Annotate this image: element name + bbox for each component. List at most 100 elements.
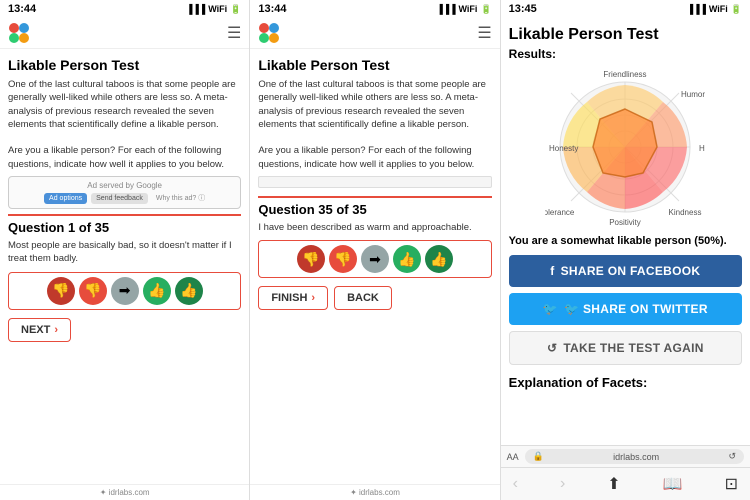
lock-icon: 🔒 (533, 451, 544, 462)
signal-icon-2: ▐▐▐ (436, 4, 455, 14)
status-icons-1: ▐▐▐ WiFi 🔋 (186, 4, 241, 15)
browser-share-btn[interactable]: ⬆ (603, 472, 624, 496)
results-label: Results: (509, 47, 742, 61)
app-desc-2: One of the last cultural taboos is that … (258, 78, 491, 171)
nav-bar-1: ☰ (0, 18, 249, 49)
panel-content-3: Likable Person Test Results: (501, 18, 750, 445)
status-bar-3: 13:45 ▐▐▐ WiFi 🔋 (501, 0, 750, 18)
refresh-icon[interactable]: ↺ (728, 451, 736, 462)
wifi-icon: WiFi (208, 4, 227, 14)
svg-text:Tolerance: Tolerance (545, 208, 575, 217)
browser-forward-btn[interactable]: › (556, 472, 569, 496)
panel-content-1: Likable Person Test One of the last cult… (0, 49, 249, 484)
browser-aa[interactable]: AA (507, 452, 519, 462)
app-logo-2 (258, 22, 280, 44)
ad-why: Why this ad? ⓘ (156, 193, 205, 204)
finish-button[interactable]: FINISH › (258, 286, 328, 310)
rating-row-2: 👎 👎 ➡ 👍 👍 (258, 240, 491, 278)
svg-text:Kindness: Kindness (669, 208, 702, 217)
time-1: 13:44 (8, 3, 36, 15)
app-desc-1: One of the last cultural taboos is that … (8, 78, 241, 171)
panel-2: 13:44 ▐▐▐ WiFi 🔋 ☰ Likable Person Test O… (250, 0, 500, 500)
browser-url: idrlabs.com (613, 452, 659, 462)
input-placeholder (258, 176, 491, 188)
retake-button[interactable]: ↺ TAKE THE TEST AGAIN (509, 331, 742, 365)
next-button[interactable]: NEXT › (8, 318, 71, 342)
explanation-title: Explanation of Facets: (509, 375, 742, 390)
battery-icon-3: 🔋 (731, 4, 742, 15)
svg-text:Friendliness: Friendliness (604, 70, 647, 79)
status-icons-2: ▐▐▐ WiFi 🔋 (436, 4, 491, 15)
svg-text:Humor: Humor (681, 90, 705, 99)
back-button[interactable]: BACK (334, 286, 392, 310)
rating-5b[interactable]: 👍 (425, 245, 453, 273)
signal-icon-3: ▐▐▐ (687, 4, 706, 14)
browser-bar: AA 🔒 idrlabs.com ↺ (501, 445, 750, 467)
time-2: 13:44 (258, 3, 286, 15)
panel-content-2: Likable Person Test One of the last cult… (250, 49, 499, 484)
retake-icon: ↺ (547, 341, 557, 355)
app-logo-1 (8, 22, 30, 44)
ad-buttons: Ad options Send feedback Why this ad? ⓘ (13, 193, 236, 204)
send-feedback-btn[interactable]: Send feedback (91, 193, 148, 204)
browser-bookmarks-btn[interactable]: 📖 (659, 472, 687, 496)
share-twitter-label: 🐦 SHARE ON TWITTER (564, 302, 708, 316)
status-icons-3: ▐▐▐ WiFi 🔋 (687, 4, 742, 15)
question-text-2: I have been described as warm and approa… (258, 221, 491, 234)
svg-text:Positivity: Positivity (610, 218, 642, 227)
radar-svg: Friendliness Humor Happiness Kindness Po… (545, 67, 705, 227)
svg-text:Happiness: Happiness (699, 144, 705, 153)
share-facebook-label: SHARE ON FACEBOOK (561, 264, 701, 278)
time-3: 13:45 (509, 3, 537, 15)
rating-1b[interactable]: 👎 (297, 245, 325, 273)
rating-3[interactable]: ➡ (111, 277, 139, 305)
hamburger-menu-1[interactable]: ☰ (227, 23, 241, 43)
footer-2: ✦ idrlabs.com (250, 484, 499, 500)
ad-block: Ad served by Google Ad options Send feed… (8, 176, 241, 209)
next-label: NEXT (21, 324, 50, 336)
status-bar-2: 13:44 ▐▐▐ WiFi 🔋 (250, 0, 499, 18)
rating-row-1: 👎 👎 ➡ 👍 👍 (8, 272, 241, 310)
rating-2[interactable]: 👎 (79, 277, 107, 305)
browser-back-btn[interactable]: ‹ (509, 472, 522, 496)
browser-url-bar[interactable]: 🔒 idrlabs.com ↺ (525, 449, 744, 464)
status-bar-1: 13:44 ▐▐▐ WiFi 🔋 (0, 0, 249, 18)
retake-label: TAKE THE TEST AGAIN (563, 341, 703, 355)
next-arrow-icon: › (54, 324, 58, 336)
finish-label: FINISH (271, 292, 307, 304)
battery-icon-2: 🔋 (480, 4, 491, 15)
question-header-1: Question 1 of 35 (8, 214, 241, 235)
action-row-1: NEXT › (8, 318, 241, 342)
rating-4b[interactable]: 👍 (393, 245, 421, 273)
back-label: BACK (347, 292, 379, 304)
share-twitter-button[interactable]: 🐦 🐦 SHARE ON TWITTER (509, 293, 742, 325)
finish-arrow-icon: › (311, 292, 315, 304)
footer-1: ✦ idrlabs.com (0, 484, 249, 500)
battery-icon: 🔋 (230, 4, 241, 15)
hamburger-menu-2[interactable]: ☰ (477, 23, 491, 43)
ad-options-btn[interactable]: Ad options (44, 193, 87, 204)
nav-bar-2: ☰ (250, 18, 499, 49)
share-facebook-button[interactable]: f SHARE ON FACEBOOK (509, 255, 742, 287)
browser-nav: ‹ › ⬆ 📖 ⊡ (501, 467, 750, 500)
rating-4[interactable]: 👍 (143, 277, 171, 305)
rating-3b[interactable]: ➡ (361, 245, 389, 273)
results-title: Likable Person Test (509, 26, 742, 44)
radar-chart: Friendliness Humor Happiness Kindness Po… (509, 67, 742, 227)
rating-5[interactable]: 👍 (175, 277, 203, 305)
rating-2b[interactable]: 👎 (329, 245, 357, 273)
wifi-icon-3: WiFi (709, 4, 728, 14)
panel-1: 13:44 ▐▐▐ WiFi 🔋 ☰ Likable Person Test O… (0, 0, 250, 500)
ad-label: Ad served by Google (13, 181, 236, 190)
question-text-1: Most people are basically bad, so it doe… (8, 239, 241, 266)
app-title-2: Likable Person Test (258, 57, 491, 73)
result-text: You are a somewhat likable person (50%). (509, 235, 742, 247)
facebook-icon: f (550, 264, 554, 278)
wifi-icon-2: WiFi (459, 4, 478, 14)
browser-tabs-btn[interactable]: ⊡ (721, 472, 742, 496)
svg-text:Honesty: Honesty (549, 144, 578, 153)
question-header-2: Question 35 of 35 (258, 196, 491, 217)
app-title-1: Likable Person Test (8, 57, 241, 73)
panel-3: 13:45 ▐▐▐ WiFi 🔋 Likable Person Test Res… (501, 0, 750, 500)
rating-1[interactable]: 👎 (47, 277, 75, 305)
